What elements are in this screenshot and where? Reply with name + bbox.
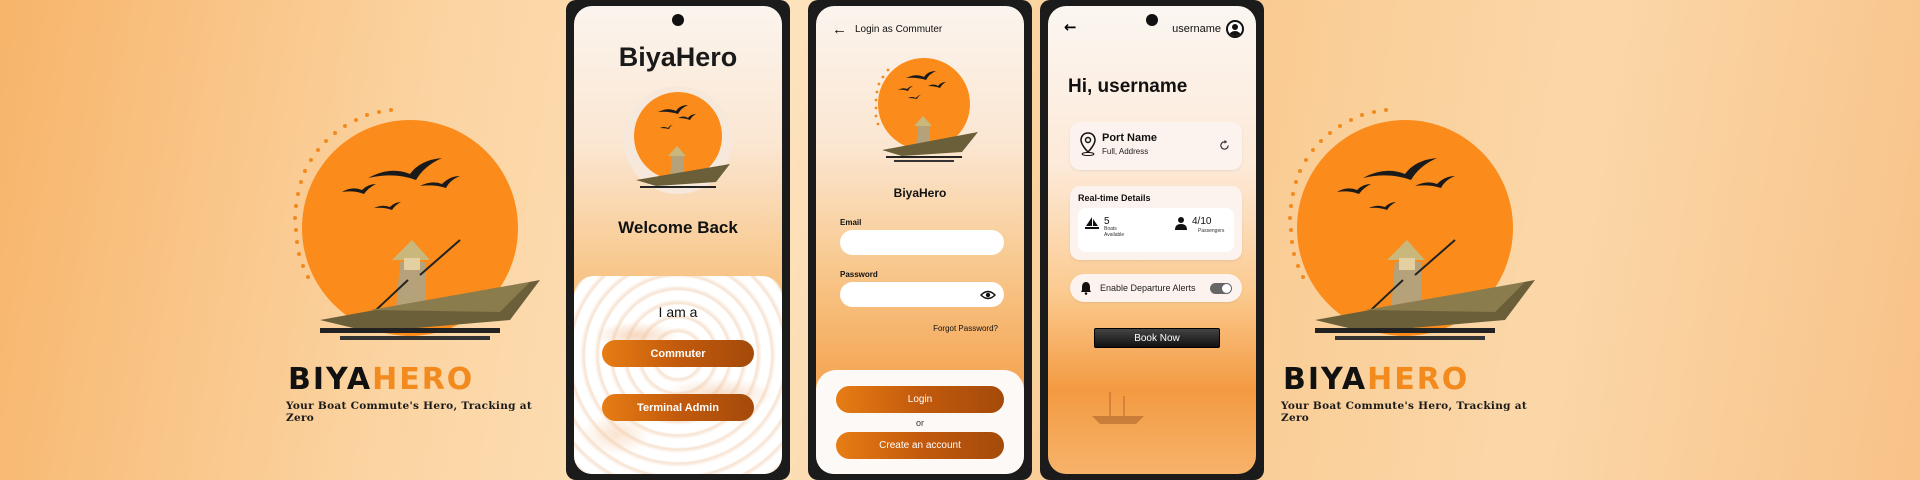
- realtime-title: Real-time Details: [1078, 193, 1151, 203]
- email-label: Email: [840, 218, 862, 227]
- showcase-canvas: BIYAHERO Your Boat Commute's Hero, Track…: [0, 0, 1920, 480]
- user-menu[interactable]: username: [1172, 20, 1244, 38]
- boats-label-2: Available: [1104, 231, 1125, 238]
- app-logo: [874, 58, 978, 162]
- refresh-icon[interactable]: [1219, 140, 1230, 151]
- phone-login: ← Login as Commuter BiyaHero Email Passw…: [808, 0, 1032, 480]
- brand-tagline: Your Boat Commute's Hero, Tracking at Ze…: [1281, 400, 1527, 424]
- home-screen: ← username Hi, username Port Name Full, …: [1048, 6, 1256, 474]
- passengers-count: 4/10: [1192, 216, 1212, 227]
- arrow-left-icon[interactable]: ←: [832, 22, 847, 37]
- phone-role-select: BiyaHero Welcome Back I am a Commuter Te…: [566, 0, 790, 480]
- person-icon: [1175, 217, 1187, 230]
- login-button[interactable]: Login: [836, 386, 1004, 413]
- email-field[interactable]: [840, 230, 1004, 255]
- avatar-icon[interactable]: [1226, 20, 1244, 38]
- boats-stat: 5 Boats Available: [1084, 216, 1124, 238]
- login-screen: ← Login as Commuter BiyaHero Email Passw…: [816, 6, 1024, 474]
- location-pin-icon: [1080, 132, 1096, 156]
- boat-icon: [1085, 217, 1099, 229]
- port-address: Full, Address: [1102, 147, 1149, 156]
- port-card[interactable]: Port Name Full, Address: [1070, 122, 1242, 170]
- role-panel: I am a Commuter Terminal Admin: [574, 276, 782, 474]
- brand-logo-right: BIYAHERO Your Boat Commute's Hero, Track…: [1275, 100, 1545, 424]
- port-name: Port Name: [1102, 132, 1158, 144]
- departure-alerts-row: Enable Departure Alerts: [1070, 274, 1242, 302]
- phone-home: ← username Hi, username Port Name Full, …: [1040, 0, 1264, 480]
- camera-notch: [1146, 14, 1158, 26]
- password-label: Password: [840, 270, 878, 279]
- login-header: Login as Commuter: [855, 23, 943, 35]
- ship-silhouette-image: [1092, 392, 1144, 424]
- role-prompt: I am a: [658, 304, 698, 320]
- commuter-button[interactable]: Commuter: [602, 340, 754, 367]
- camera-notch: [672, 14, 684, 26]
- username-label: username: [1172, 23, 1221, 35]
- realtime-stats: 5 Boats Available 4/10 Passengers: [1078, 208, 1234, 252]
- eye-icon[interactable]: [980, 290, 996, 300]
- welcome-heading: Welcome Back: [618, 218, 738, 237]
- terminal-admin-button[interactable]: Terminal Admin: [602, 394, 754, 421]
- arrow-left-icon[interactable]: ←: [1064, 20, 1077, 35]
- alerts-toggle[interactable]: [1210, 283, 1232, 294]
- greeting-heading: Hi, username: [1068, 76, 1188, 97]
- app-title: BiyaHero: [618, 42, 738, 72]
- login-topbar: ← Login as Commuter: [832, 20, 1008, 38]
- brand-wordmark: BIYAHERO: [1283, 362, 1470, 397]
- bell-icon: [1081, 282, 1091, 295]
- or-divider: or: [915, 418, 924, 428]
- passengers-label: Passengers: [1198, 228, 1225, 234]
- login-actions-panel: Login or Create an account: [816, 370, 1024, 474]
- app-logo: [624, 86, 732, 194]
- realtime-card: Real-time Details 5 Boats Available 4/10…: [1070, 186, 1242, 260]
- alerts-label: Enable Departure Alerts: [1100, 283, 1196, 293]
- create-account-button[interactable]: Create an account: [836, 432, 1004, 459]
- brand-wordmark: BIYAHERO: [288, 362, 475, 397]
- role-select-screen: BiyaHero Welcome Back I am a Commuter Te…: [574, 6, 782, 474]
- brand-logo-left: BIYAHERO Your Boat Commute's Hero, Track…: [280, 100, 550, 424]
- boatman-sun-illustration: [293, 108, 540, 340]
- brand-tagline: Your Boat Commute's Hero, Tracking at Ze…: [286, 400, 532, 424]
- forgot-password-link[interactable]: Forgot Password?: [933, 324, 998, 333]
- brand-label: BiyaHero: [893, 186, 947, 200]
- boatman-sun-illustration: [1288, 108, 1535, 340]
- passengers-stat: 4/10 Passengers: [1174, 216, 1224, 235]
- book-now-button[interactable]: Book Now: [1094, 328, 1220, 348]
